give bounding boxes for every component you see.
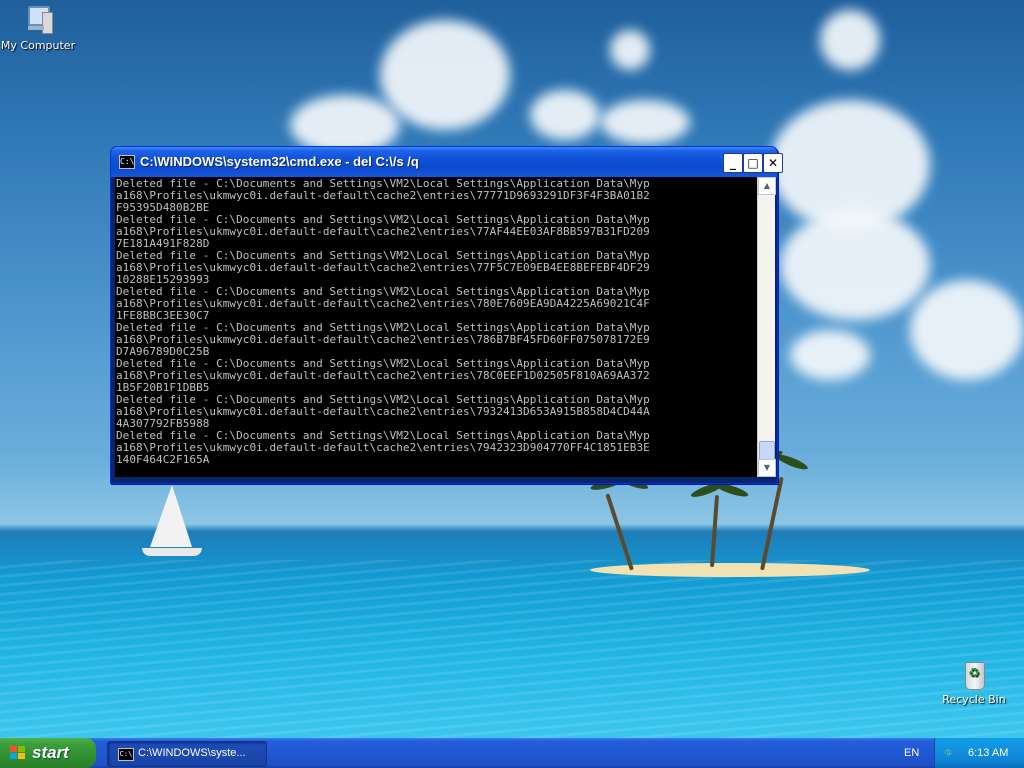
clock[interactable]: 6:13 AM <box>968 747 1008 759</box>
cmd-window[interactable]: C:\ C:\WINDOWS\system32\cmd.exe - del C:… <box>110 146 783 484</box>
desktop-icon-recycle-bin[interactable]: ♻ Recycle Bin <box>936 658 1012 706</box>
window-titlebar[interactable]: C:\ C:\WINDOWS\system32\cmd.exe - del C:… <box>111 147 783 177</box>
sailboat-sail <box>150 485 192 547</box>
cloud <box>380 20 510 130</box>
taskbar-button-label: C:\WINDOWS\syste... <box>138 747 246 759</box>
scroll-down-arrow-icon[interactable]: ▼ <box>758 459 776 477</box>
sailboat-hull <box>142 548 202 556</box>
cloud <box>600 100 690 144</box>
cmd-icon: C:\ <box>118 748 134 761</box>
vertical-scrollbar[interactable]: ▲ ▼ <box>757 177 776 477</box>
console-output[interactable]: Deleted file - C:\Documents and Settings… <box>115 177 757 477</box>
desktop-icon-label: My Computer <box>0 39 76 52</box>
cloud <box>530 90 600 140</box>
start-button[interactable]: start <box>0 738 96 768</box>
close-button[interactable]: ✕ <box>763 153 783 173</box>
desktop-icon-my-computer[interactable]: My Computer <box>0 4 76 52</box>
network-icon[interactable]: ⛗ <box>944 746 958 759</box>
sea <box>0 560 1024 738</box>
taskbar-button-cmd[interactable]: C:\ C:\WINDOWS\syste... <box>107 741 267 767</box>
maximize-button[interactable]: □ <box>743 153 763 173</box>
recycle-bin-icon: ♻ <box>958 658 990 690</box>
palm-trunk <box>710 495 720 568</box>
palm-frond <box>774 451 810 473</box>
my-computer-icon <box>22 4 54 36</box>
console-text: Deleted file - C:\Documents and Settings… <box>116 177 650 466</box>
cloud <box>780 210 930 320</box>
cmd-icon: C:\ <box>119 155 135 169</box>
cloud <box>910 280 1024 380</box>
scrollbar-thumb[interactable] <box>759 441 775 461</box>
minimize-button[interactable]: _ <box>723 153 743 173</box>
windows-logo-icon <box>10 746 26 760</box>
system-tray: ⛗ 6:13 AM <box>934 738 1024 768</box>
cloud <box>610 30 650 70</box>
scroll-up-arrow-icon[interactable]: ▲ <box>758 177 776 195</box>
desktop-icon-label: Recycle Bin <box>942 693 1006 706</box>
cloud <box>790 330 870 380</box>
window-title: C:\WINDOWS\system32\cmd.exe - del C:\/s … <box>140 154 419 169</box>
language-indicator[interactable]: EN <box>904 747 919 759</box>
cloud <box>820 10 880 70</box>
taskbar: start C:\ C:\WINDOWS\syste... EN ⛗ 6:13 … <box>0 738 1024 768</box>
palm-trunk <box>760 476 784 571</box>
start-label: start <box>32 743 69 762</box>
